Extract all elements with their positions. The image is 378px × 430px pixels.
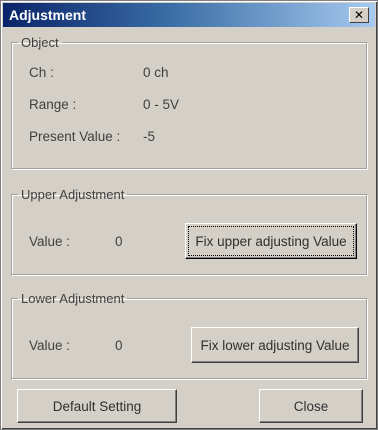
ch-value: 0 ch xyxy=(143,65,169,80)
object-legend: Object xyxy=(21,35,59,50)
title-bar[interactable]: Adjustment ✕ xyxy=(3,3,375,27)
range-value: 0 - 5V xyxy=(143,97,180,112)
present-value: -5 xyxy=(143,129,156,144)
upper-adjustment-legend: Upper Adjustment xyxy=(21,187,125,202)
fix-upper-adjusting-value-button[interactable]: Fix upper adjusting Value xyxy=(185,223,357,259)
fix-lower-adjusting-value-button[interactable]: Fix lower adjusting Value xyxy=(191,327,359,363)
range-label: Range : xyxy=(29,97,77,112)
close-button[interactable]: Close xyxy=(259,389,363,423)
window-title: Adjustment xyxy=(9,7,86,23)
ch-label: Ch : xyxy=(29,65,54,80)
upper-value: 0 xyxy=(115,234,123,249)
close-icon[interactable]: ✕ xyxy=(349,7,369,23)
present-value-label: Present Value : xyxy=(29,129,121,144)
lower-value-label: Value : xyxy=(29,338,71,353)
adjustment-dialog: Adjustment ✕ Object Ch : 0 ch Range : 0 … xyxy=(0,0,378,430)
lower-value: 0 xyxy=(115,338,123,353)
upper-value-label: Value : xyxy=(29,234,71,249)
default-setting-button[interactable]: Default Setting xyxy=(17,389,177,423)
lower-adjustment-legend: Lower Adjustment xyxy=(21,291,125,306)
